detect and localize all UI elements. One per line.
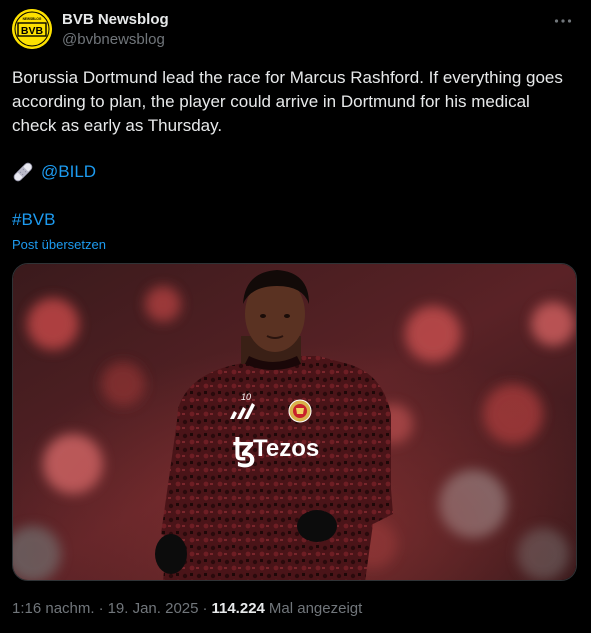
views-count[interactable]: 114.224 — [211, 600, 264, 617]
hashtag-link[interactable]: #BVB — [12, 208, 55, 232]
views-label: Mal angezeigt — [268, 600, 363, 617]
source-line: @BILD — [12, 160, 96, 184]
meta-separator: · — [202, 600, 208, 617]
avatar-small-text: NEWSBLOG — [23, 17, 42, 21]
player-photo: 10 ꜩ Tezos — [13, 264, 576, 580]
jersey-sponsor: Tezos — [253, 435, 319, 462]
tweet-photo[interactable]: 10 ꜩ Tezos — [12, 263, 577, 581]
post-date[interactable]: 19. Jan. 2025 — [108, 600, 199, 617]
tweet-header: NEWSBLOG BVB BVB Newsblog @bvbnewsblog — [12, 9, 579, 51]
mention-link[interactable]: @BILD — [41, 162, 96, 182]
meta-separator: · — [98, 600, 104, 617]
tweet-text: Borussia Dortmund lead the race for Marc… — [12, 68, 563, 135]
avatar-text: BVB — [21, 25, 44, 37]
translate-post-link[interactable]: Post übersetzen — [12, 237, 106, 252]
avatar[interactable]: NEWSBLOG BVB — [12, 9, 52, 49]
jersey-number: 10 — [241, 392, 251, 402]
post-time[interactable]: 1:16 nachm. — [12, 600, 95, 617]
author-name[interactable]: BVB Newsblog — [62, 11, 169, 28]
author-handle[interactable]: @bvbnewsblog — [62, 31, 165, 48]
bvb-logo-icon: NEWSBLOG BVB — [12, 9, 52, 49]
tweet-meta: 1:16 nachm. · 19. Jan. 2025 · 114.224 Ma… — [12, 600, 362, 617]
adhesive-bandage-icon — [13, 162, 33, 182]
club-crest-icon — [288, 399, 312, 423]
more-options-icon[interactable] — [551, 11, 575, 31]
